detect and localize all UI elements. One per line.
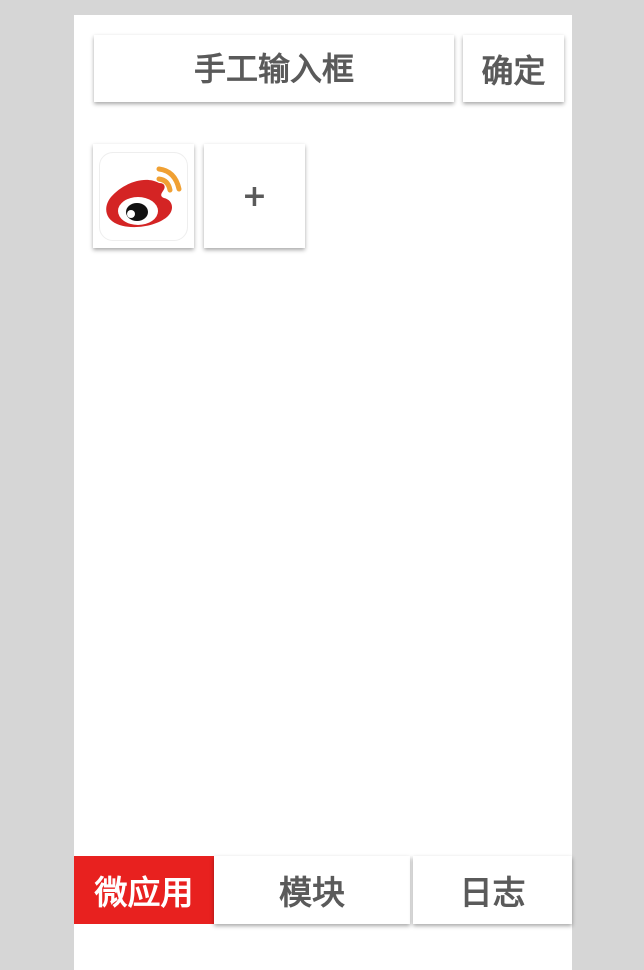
weibo-logo-icon xyxy=(99,151,188,241)
tab-logs[interactable]: 日志 xyxy=(413,856,572,924)
tab-micro-apps[interactable]: 微应用 xyxy=(74,856,214,924)
bottom-tab-bar: 微应用 模块 日志 xyxy=(74,856,572,924)
confirm-button[interactable]: 确定 xyxy=(463,35,564,102)
tab-modules[interactable]: 模块 xyxy=(214,856,410,924)
plus-icon: + xyxy=(241,178,268,214)
weibo-app-tile[interactable] xyxy=(93,144,194,248)
add-app-button[interactable]: + xyxy=(204,144,305,248)
manual-input-field[interactable] xyxy=(94,35,454,102)
app-panel: 确定 + 微应用 模块 日志 xyxy=(74,15,572,970)
